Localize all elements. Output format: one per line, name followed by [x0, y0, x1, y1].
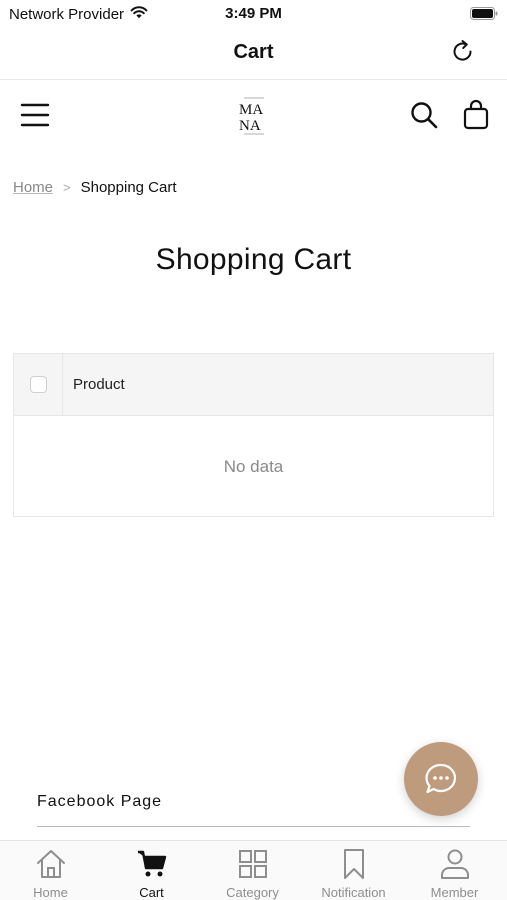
bottom-tab-bar: Home Cart Category Notification Member — [0, 840, 507, 900]
svg-text:NA: NA — [239, 118, 261, 134]
status-bar: Network Provider 3:49 PM — [0, 0, 507, 28]
page-title: Shopping Cart — [155, 243, 352, 276]
breadcrumb: Home > Shopping Cart — [13, 179, 177, 196]
column-header-product: Product — [73, 376, 125, 393]
tab-category-label: Category — [226, 885, 279, 900]
reload-icon[interactable] — [449, 38, 477, 66]
select-all-checkbox[interactable] — [30, 376, 47, 393]
select-all-cell — [14, 354, 63, 415]
tab-cart[interactable]: Cart — [101, 841, 202, 900]
svg-text:MA: MA — [239, 102, 263, 118]
hamburger-menu-icon[interactable] — [20, 102, 50, 128]
site-header: MA NA — [0, 80, 507, 152]
status-time: 3:49 PM — [225, 5, 282, 22]
battery-icon — [470, 7, 498, 25]
brand-logo[interactable]: MA NA — [236, 96, 272, 136]
nav-title: Cart — [233, 41, 274, 63]
tab-category[interactable]: Category — [202, 841, 303, 900]
tab-member[interactable]: Member — [404, 841, 505, 900]
home-icon — [37, 850, 65, 878]
grid-icon — [239, 850, 267, 878]
table-header: Product — [14, 354, 493, 416]
empty-state-text: No data — [223, 457, 284, 476]
breadcrumb-home-link[interactable]: Home — [13, 179, 53, 196]
navigation-bar: Cart — [0, 28, 507, 80]
footer-facebook-page-heading[interactable]: Facebook Page — [37, 793, 162, 811]
cart-icon — [138, 850, 167, 877]
breadcrumb-separator: > — [63, 180, 71, 195]
chat-bubble-icon — [425, 763, 457, 794]
bookmark-icon — [344, 849, 364, 879]
tab-notification[interactable]: Notification — [303, 841, 404, 900]
footer-divider — [37, 826, 470, 827]
tab-member-label: Member — [430, 885, 479, 900]
cart-table: Product No data — [13, 353, 494, 517]
tab-home-label: Home — [33, 885, 68, 900]
tab-notification-label: Notification — [321, 885, 386, 900]
tab-cart-label: Cart — [139, 885, 164, 900]
tab-home[interactable]: Home — [0, 841, 101, 900]
breadcrumb-current: Shopping Cart — [80, 179, 177, 196]
shopping-bag-icon[interactable] — [461, 99, 491, 131]
search-icon[interactable] — [409, 100, 439, 130]
chat-button[interactable] — [404, 742, 478, 816]
person-icon — [441, 849, 469, 879]
